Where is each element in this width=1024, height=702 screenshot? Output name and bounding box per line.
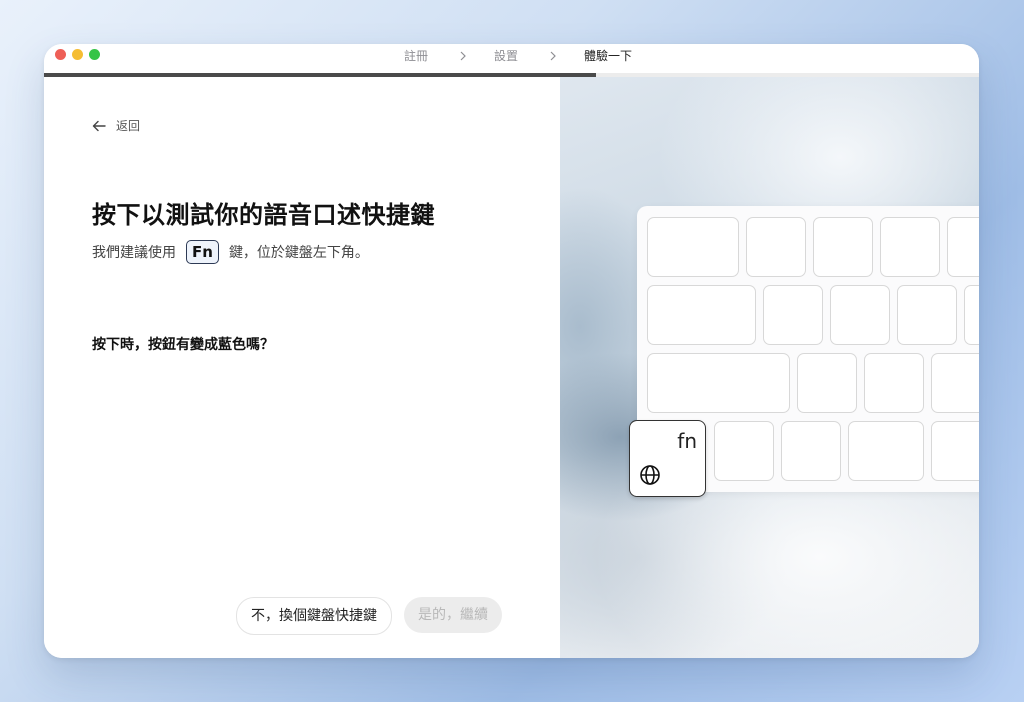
keyboard-key	[880, 217, 940, 277]
keyboard-illustration-panel: fn	[560, 77, 979, 658]
breadcrumb-step-setup: 設置	[494, 49, 519, 63]
breadcrumb-step-try: 體驗一下	[584, 49, 633, 63]
keyboard-key	[813, 217, 873, 277]
breadcrumb: 註冊 設置 體驗一下	[404, 47, 632, 64]
keyboard-key	[848, 421, 924, 481]
fn-key-label: fn	[677, 429, 697, 453]
keyboard-key	[746, 217, 806, 277]
content-panel: 返回 按下以測試你的語音口述快捷鍵 我們建議使用 Fn 鍵，位於鍵盤左下角。 按…	[44, 77, 560, 658]
recommendation-text: 我們建議使用 Fn 鍵，位於鍵盤左下角。	[92, 240, 369, 264]
page-title: 按下以測試你的語音口述快捷鍵	[92, 201, 435, 229]
keyboard-key	[763, 285, 823, 345]
recommendation-prefix: 我們建議使用	[92, 245, 176, 261]
zoom-window-button[interactable]	[89, 49, 100, 60]
recommendation-suffix: 鍵，位於鍵盤左下角。	[228, 245, 369, 261]
back-label: 返回	[116, 119, 141, 133]
keyboard-key	[830, 285, 890, 345]
keyboard-key	[931, 353, 979, 413]
keyboard-key	[931, 421, 979, 481]
keyboard-key	[647, 217, 739, 277]
chevron-right-icon	[458, 51, 468, 61]
keyboard-key	[647, 353, 790, 413]
breadcrumb-step-register: 註冊	[404, 49, 429, 63]
fn-keycap: Fn	[186, 240, 219, 264]
keyboard-key	[864, 353, 924, 413]
keyboard-key	[714, 421, 774, 481]
back-button[interactable]: 返回	[92, 117, 140, 134]
continue-button[interactable]: 是的，繼續	[404, 597, 502, 633]
change-shortcut-button[interactable]: 不，換個鍵盤快捷鍵	[236, 597, 392, 635]
title-bar: 註冊 設置 體驗一下	[44, 44, 979, 74]
chevron-right-icon	[548, 51, 558, 61]
close-window-button[interactable]	[55, 49, 66, 60]
keyboard-key	[781, 421, 841, 481]
keyboard-key	[797, 353, 857, 413]
keyboard-key	[964, 285, 979, 345]
fn-key: fn	[629, 420, 706, 497]
keyboard-key	[897, 285, 957, 345]
keyboard-key	[947, 217, 979, 277]
question-text: 按下時，按鈕有變成藍色嗎？	[92, 337, 274, 353]
minimize-window-button[interactable]	[72, 49, 83, 60]
arrow-left-icon	[92, 120, 106, 131]
keyboard-key	[647, 285, 756, 345]
globe-icon	[640, 465, 660, 485]
app-window: 註冊 設置 體驗一下 返回 按下以測試你的語音口述快捷鍵 我們建議使用 Fn 鍵…	[44, 44, 979, 658]
